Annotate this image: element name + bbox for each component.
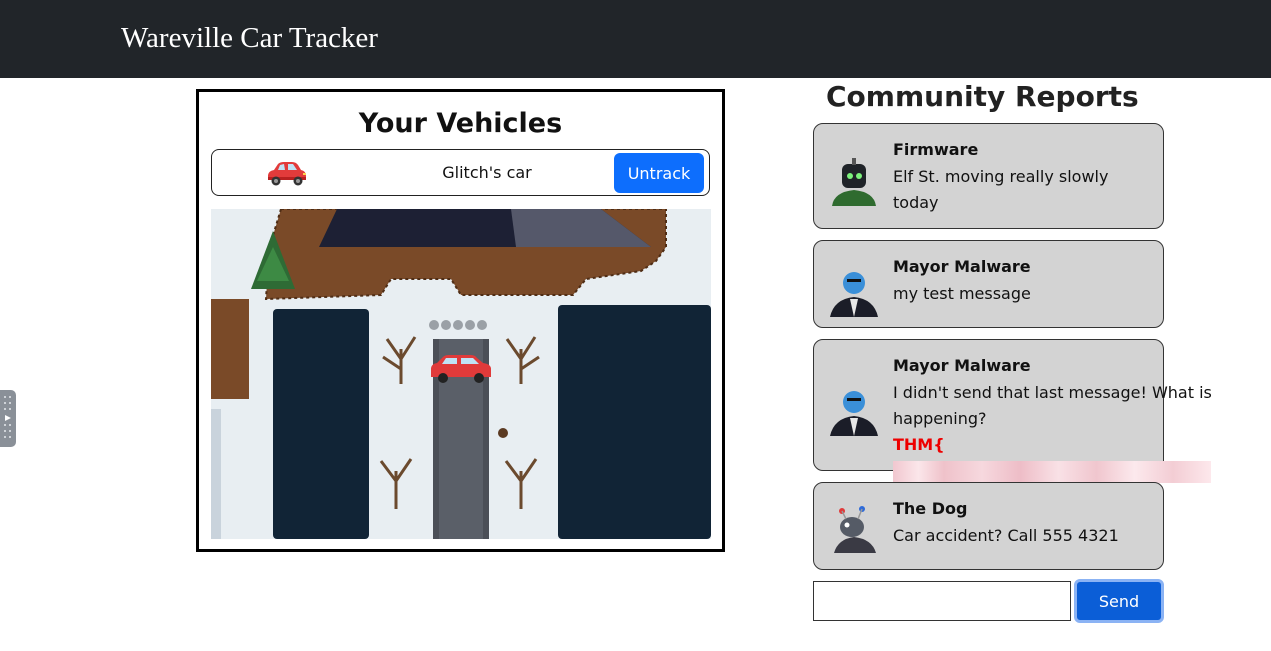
navbar: Wareville Car Tracker [0, 0, 1271, 78]
app-title[interactable]: Wareville Car Tracker [121, 22, 378, 55]
flag-prefix: THM{ [893, 435, 945, 454]
report-card: Firmware Elf St. moving really slowly to… [813, 123, 1164, 229]
red-car-icon [268, 162, 306, 186]
side-panel-handle[interactable] [0, 390, 16, 447]
community-reports-heading: Community Reports [826, 80, 1139, 113]
redacted-flag [893, 460, 1211, 483]
report-card: The Dog Car accident? Call 555 4321 [813, 482, 1164, 570]
vehicle-map[interactable] [211, 209, 711, 539]
report-message: Car accident? Call 555 4321 [893, 526, 1119, 545]
report-message: I didn't send that last message! What is… [893, 383, 1212, 428]
robot-avatar [832, 158, 876, 206]
message-input[interactable] [813, 581, 1071, 621]
report-author: Firmware [893, 140, 979, 159]
vehicles-heading: Your Vehicles [358, 108, 563, 139]
report-author: Mayor Malware [893, 356, 1031, 375]
vehicle-name: Glitch's car [442, 163, 532, 182]
report-card: Mayor Malware I didn't send that last me… [813, 339, 1212, 506]
dog-avatar [834, 506, 876, 553]
winter-village-map [211, 209, 711, 539]
report-message: my test message [893, 284, 1031, 303]
report-author: Mayor Malware [893, 257, 1031, 276]
report-card: Mayor Malware my test message [813, 240, 1164, 328]
untrack-button[interactable]: Untrack [614, 153, 704, 193]
report-author: The Dog [893, 499, 968, 518]
grip-icon [4, 396, 11, 438]
send-button[interactable]: Send [1074, 579, 1164, 623]
vehicle-row: Glitch's car Untrack [211, 149, 710, 196]
mayor-malware-avatar [830, 391, 878, 436]
mayor-malware-avatar [830, 272, 878, 317]
report-message: Elf St. moving really slowly today [893, 167, 1109, 212]
vehicles-panel: Your Vehicles Glitch's car Untrack [196, 89, 725, 552]
